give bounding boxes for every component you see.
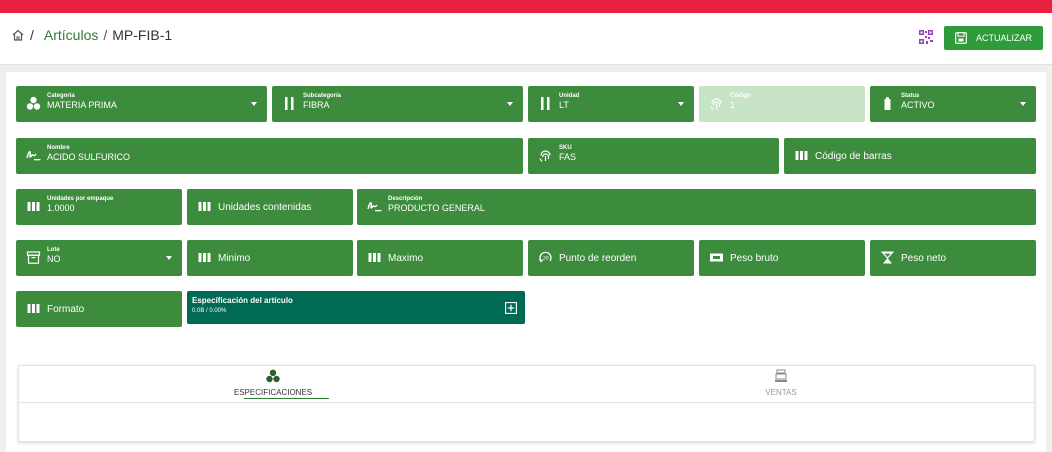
chevron-down-icon xyxy=(1020,102,1026,106)
tab-ventas[interactable]: VENTAS xyxy=(527,366,1035,403)
home-icon[interactable] xyxy=(11,28,25,42)
codigo-field: Código 1 xyxy=(699,86,865,122)
subcategoria-select[interactable]: Subcategoría FIBRA xyxy=(272,86,523,122)
unidades-empaque-field[interactable]: Unidades por empaque 1.0000 xyxy=(16,189,182,225)
field-label: Maximo xyxy=(388,253,424,264)
formato-field[interactable]: Formato xyxy=(16,291,182,327)
barcode-icon xyxy=(368,253,381,262)
tab-label: VENTAS xyxy=(765,388,797,397)
field-value: FIBRA xyxy=(303,100,330,110)
unidad-select[interactable]: Unidad LT xyxy=(528,86,694,122)
battery-icon xyxy=(884,97,891,110)
field-value: 0.0B / 0.00% xyxy=(192,308,227,314)
nombre-field[interactable]: Nombre ACIDO SULFURICO xyxy=(16,138,523,174)
breadcrumb-current: MP-FIB-1 xyxy=(112,27,173,43)
cubes-icon xyxy=(266,369,280,383)
maximo-field[interactable]: Maximo xyxy=(357,240,523,276)
scale-icon xyxy=(881,251,894,264)
barcode-icon xyxy=(795,151,808,160)
sku-field[interactable]: SKU FAS xyxy=(528,138,779,174)
breadcrumb-separator: / xyxy=(30,27,34,43)
weight-icon xyxy=(710,253,723,262)
peso-neto-field[interactable]: Peso neto xyxy=(870,240,1036,276)
fingerprint-icon xyxy=(539,150,551,162)
field-label: Peso neto xyxy=(901,253,947,264)
field-label: Status xyxy=(901,93,920,99)
detail-tabs: ESPECIFICACIONES VENTAS xyxy=(18,365,1035,442)
field-value: MATERIA PRIMA xyxy=(47,100,117,110)
field-label: Código xyxy=(730,93,751,99)
field-label: SKU xyxy=(559,145,572,151)
signature-icon xyxy=(367,202,382,212)
field-value: FAS xyxy=(559,152,577,162)
punto-reorden-field[interactable]: 30 Punto de reorden xyxy=(528,240,694,276)
page-header: / Artículos / MP-FIB-1 ACTUALIZAR xyxy=(0,13,1052,65)
field-label: Lote xyxy=(47,247,60,253)
field-label: Formato xyxy=(47,304,85,315)
chevron-down-icon xyxy=(251,102,257,106)
peso-bruto-field[interactable]: Peso bruto xyxy=(699,240,865,276)
fingerprint-icon xyxy=(710,98,722,110)
field-label: Categoría xyxy=(47,93,75,99)
field-value: 1.0000 xyxy=(47,203,75,213)
svg-text:30: 30 xyxy=(543,256,549,262)
top-accent-bar xyxy=(0,0,1052,13)
field-label: Subcategoría xyxy=(303,93,342,99)
chevron-down-icon xyxy=(507,102,513,106)
update-button-label: ACTUALIZAR xyxy=(976,33,1033,43)
qr-code-icon[interactable] xyxy=(919,30,933,44)
field-label: Peso bruto xyxy=(730,253,779,264)
barcode-icon xyxy=(198,253,211,262)
field-label: Punto de reorden xyxy=(559,253,637,264)
cubes-icon xyxy=(26,96,41,110)
field-label: Código de barras xyxy=(815,151,892,162)
field-value: LT xyxy=(559,100,569,110)
field-value: ACTIVO xyxy=(901,100,935,110)
minimo-field[interactable]: Minimo xyxy=(187,240,353,276)
archive-icon xyxy=(26,251,41,264)
barcode-icon xyxy=(27,202,40,211)
active-tab-indicator xyxy=(244,398,329,399)
breadcrumb-articulos-link[interactable]: Artículos xyxy=(44,27,98,43)
descripcion-field[interactable]: Descripción PRODUCTO GENERAL xyxy=(357,189,1036,225)
signature-icon xyxy=(26,151,41,161)
breadcrumb-separator: / xyxy=(103,27,108,43)
tab-label: ESPECIFICACIONES xyxy=(233,388,313,397)
status-select[interactable]: Status ACTIVO xyxy=(870,86,1036,122)
lote-select[interactable]: Lote NO xyxy=(16,240,182,276)
field-label: Unidades contenidas xyxy=(218,202,312,213)
breadcrumb: / Artículos / MP-FIB-1 xyxy=(11,27,172,43)
field-label: Unidad xyxy=(559,93,580,99)
plus-square-icon[interactable] xyxy=(505,302,517,314)
cash-register-icon xyxy=(775,369,787,382)
save-icon xyxy=(955,32,967,44)
bars-icon xyxy=(285,97,294,110)
especificacion-articulo-field[interactable]: Especificación del artículo 0.0B / 0.00% xyxy=(187,291,525,324)
bars-icon xyxy=(541,97,550,110)
field-label: Unidades por empaque xyxy=(47,196,114,202)
barcode-icon xyxy=(198,202,211,211)
field-value: NO xyxy=(47,254,61,264)
tab-especificaciones[interactable]: ESPECIFICACIONES xyxy=(19,366,527,403)
chevron-down-icon xyxy=(166,256,172,260)
field-label: Minimo xyxy=(218,253,251,264)
chevron-down-icon xyxy=(678,102,684,106)
update-button[interactable]: ACTUALIZAR xyxy=(944,26,1043,50)
field-value: PRODUCTO GENERAL xyxy=(388,203,485,213)
field-value: 1 xyxy=(730,100,736,110)
barcode-icon xyxy=(27,304,40,313)
unidades-contenidas-field[interactable]: Unidades contenidas xyxy=(187,189,353,225)
field-label: Descripción xyxy=(388,196,423,202)
field-value: ACIDO SULFURICO xyxy=(47,152,131,162)
codigo-barras-field[interactable]: Código de barras xyxy=(784,138,1036,174)
reorder-icon: 30 xyxy=(538,251,552,263)
field-label: Nombre xyxy=(47,145,70,151)
categoria-select[interactable]: Categoría MATERIA PRIMA xyxy=(16,86,267,122)
field-label: Especificación del artículo xyxy=(192,296,293,305)
